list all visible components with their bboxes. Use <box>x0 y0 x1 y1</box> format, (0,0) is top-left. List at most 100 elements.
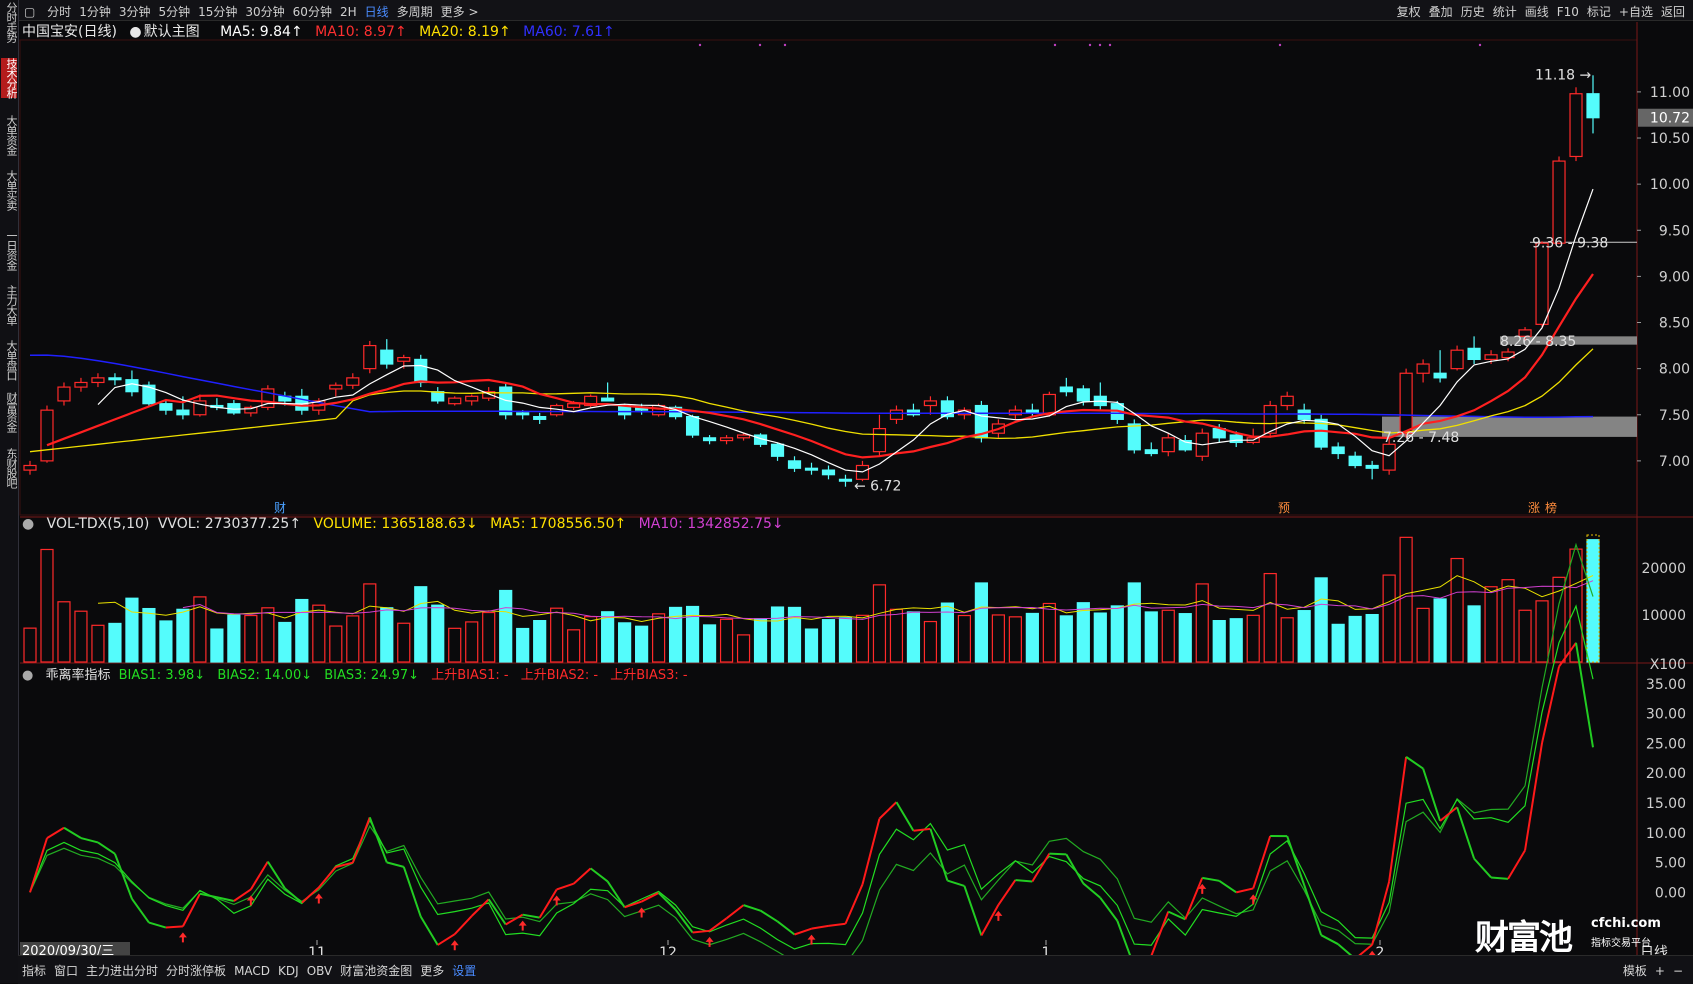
candle[interactable] <box>789 456 801 472</box>
event-marker[interactable]: 涨 <box>1528 500 1540 515</box>
period-tab-7[interactable]: 2H <box>336 2 361 19</box>
candle[interactable] <box>466 394 478 405</box>
candle[interactable] <box>602 382 614 400</box>
toolbar-action-4[interactable]: 画线 <box>1521 0 1553 20</box>
bottom-tab-8[interactable]: 更多 <box>416 956 448 979</box>
toolbar-action-2[interactable]: 历史 <box>1457 0 1489 20</box>
candle[interactable] <box>262 385 274 410</box>
toolbar-menu-icon[interactable]: ▢ <box>20 2 39 19</box>
bottom-tab-6[interactable]: OBV <box>303 958 337 978</box>
candle[interactable] <box>1128 419 1140 453</box>
candle[interactable] <box>890 406 902 424</box>
settings-icon[interactable]: ● <box>22 668 33 683</box>
toolbar-action-6[interactable]: 标记 <box>1583 0 1615 20</box>
toolbar-action-0[interactable]: 复权 <box>1393 0 1425 20</box>
bottom-control-0[interactable]: 模板 <box>1619 956 1651 979</box>
sidebar-item-7[interactable]: 财富资金 <box>1 392 17 432</box>
candle[interactable] <box>1094 382 1106 410</box>
candle[interactable] <box>160 401 172 415</box>
period-tab-4[interactable]: 15分钟 <box>194 0 241 20</box>
bottom-tab-2[interactable]: 主力进出分时 <box>82 956 162 979</box>
bottom-tab-1[interactable]: 窗口 <box>50 956 82 979</box>
bottom-tab-4[interactable]: MACD <box>230 958 274 978</box>
candle[interactable] <box>975 401 987 443</box>
bias-indicator-name[interactable]: 乖离率指标 <box>45 668 110 683</box>
candle[interactable] <box>806 463 818 475</box>
toolbar-action-3[interactable]: 统计 <box>1489 0 1521 20</box>
candle[interactable] <box>449 396 461 405</box>
bottom-tab-3[interactable]: 分时涨停板 <box>162 956 230 979</box>
candle[interactable] <box>924 396 936 414</box>
candle[interactable] <box>432 387 444 404</box>
event-marker[interactable]: 财 <box>274 501 286 515</box>
candle[interactable] <box>1434 350 1446 382</box>
sidebar-item-2[interactable]: 大单资金 <box>1 115 17 155</box>
candle[interactable] <box>704 435 716 444</box>
candle[interactable] <box>907 404 919 417</box>
candle[interactable] <box>585 394 597 407</box>
candle[interactable] <box>1587 75 1599 133</box>
candle[interactable] <box>92 373 104 387</box>
bottom-tab-5[interactable]: KDJ <box>274 958 303 978</box>
chart-canvas[interactable]: 11.0010.5010.009.509.008.508.007.507.001… <box>0 0 1693 983</box>
candle[interactable] <box>873 415 885 457</box>
period-tab-5[interactable]: 30分钟 <box>241 0 288 20</box>
sidebar-item-5[interactable]: 主力大单 <box>1 285 17 325</box>
toolbar-action-5[interactable]: F10 <box>1553 2 1583 19</box>
sidebar-item-6[interactable]: 大单盘口 <box>1 340 17 380</box>
stock-title[interactable]: 中国宝安(日线) <box>22 24 117 40</box>
candle[interactable] <box>1060 378 1072 396</box>
bottom-control-1[interactable]: + <box>1651 958 1669 978</box>
candle[interactable] <box>75 378 87 392</box>
sidebar-item-0[interactable]: 分时走势 <box>1 2 17 42</box>
candle[interactable] <box>1570 87 1582 161</box>
settings-icon[interactable]: ● <box>22 516 34 532</box>
period-tab-2[interactable]: 3分钟 <box>115 0 155 20</box>
candle[interactable] <box>228 400 240 415</box>
event-marker[interactable]: 榜 <box>1545 500 1557 515</box>
candle[interactable] <box>1315 415 1327 450</box>
candle[interactable] <box>534 413 546 424</box>
candle[interactable] <box>822 465 834 479</box>
sidebar-item-4[interactable]: 一日资金 <box>1 230 17 270</box>
vol-indicator-name[interactable]: VOL-TDX(5,10) <box>47 516 150 532</box>
sidebar-item-3[interactable]: 大单买卖 <box>1 170 17 210</box>
candle[interactable] <box>109 373 121 385</box>
period-tab-0[interactable]: 分时 <box>43 0 75 20</box>
period-tab-3[interactable]: 5分钟 <box>154 0 194 20</box>
candle[interactable] <box>1468 336 1480 364</box>
candle[interactable] <box>1162 433 1174 456</box>
candle[interactable] <box>1417 359 1429 382</box>
candle[interactable] <box>1332 442 1344 459</box>
period-tab-9[interactable]: 多周期 <box>393 0 437 20</box>
candle[interactable] <box>1009 406 1021 420</box>
candle[interactable] <box>1553 156 1565 244</box>
candle[interactable] <box>330 382 342 396</box>
candle[interactable] <box>839 475 851 487</box>
candle[interactable] <box>1264 401 1276 438</box>
candle[interactable] <box>1349 452 1361 469</box>
candle[interactable] <box>1451 346 1463 371</box>
period-tab-1[interactable]: 1分钟 <box>75 0 115 20</box>
toolbar-action-7[interactable]: +自选 <box>1615 0 1657 20</box>
bottom-tab-0[interactable]: 指标 <box>18 956 50 979</box>
candle[interactable] <box>143 382 155 406</box>
candle[interactable] <box>1145 442 1157 456</box>
candle[interactable] <box>41 406 53 463</box>
toolbar-action-1[interactable]: 叠加 <box>1425 0 1457 20</box>
candle[interactable] <box>364 341 376 373</box>
candle[interactable] <box>1281 392 1293 410</box>
candle[interactable] <box>941 396 953 419</box>
sidebar-item-1[interactable]: 技术分析 <box>1 58 17 98</box>
event-marker[interactable]: 预 <box>1278 501 1290 515</box>
candle[interactable] <box>381 339 393 369</box>
toolbar-action-8[interactable]: 返回 <box>1657 0 1689 20</box>
candle[interactable] <box>24 461 36 475</box>
candle[interactable] <box>1366 461 1378 479</box>
bottom-control-2[interactable]: − <box>1669 958 1687 978</box>
candle[interactable] <box>1400 369 1412 438</box>
sidebar-item-8[interactable]: 东财股吧 <box>1 448 17 488</box>
period-tab-6[interactable]: 60分钟 <box>289 0 336 20</box>
candle[interactable] <box>296 389 308 415</box>
period-tab-8[interactable]: 日线 <box>361 0 393 20</box>
